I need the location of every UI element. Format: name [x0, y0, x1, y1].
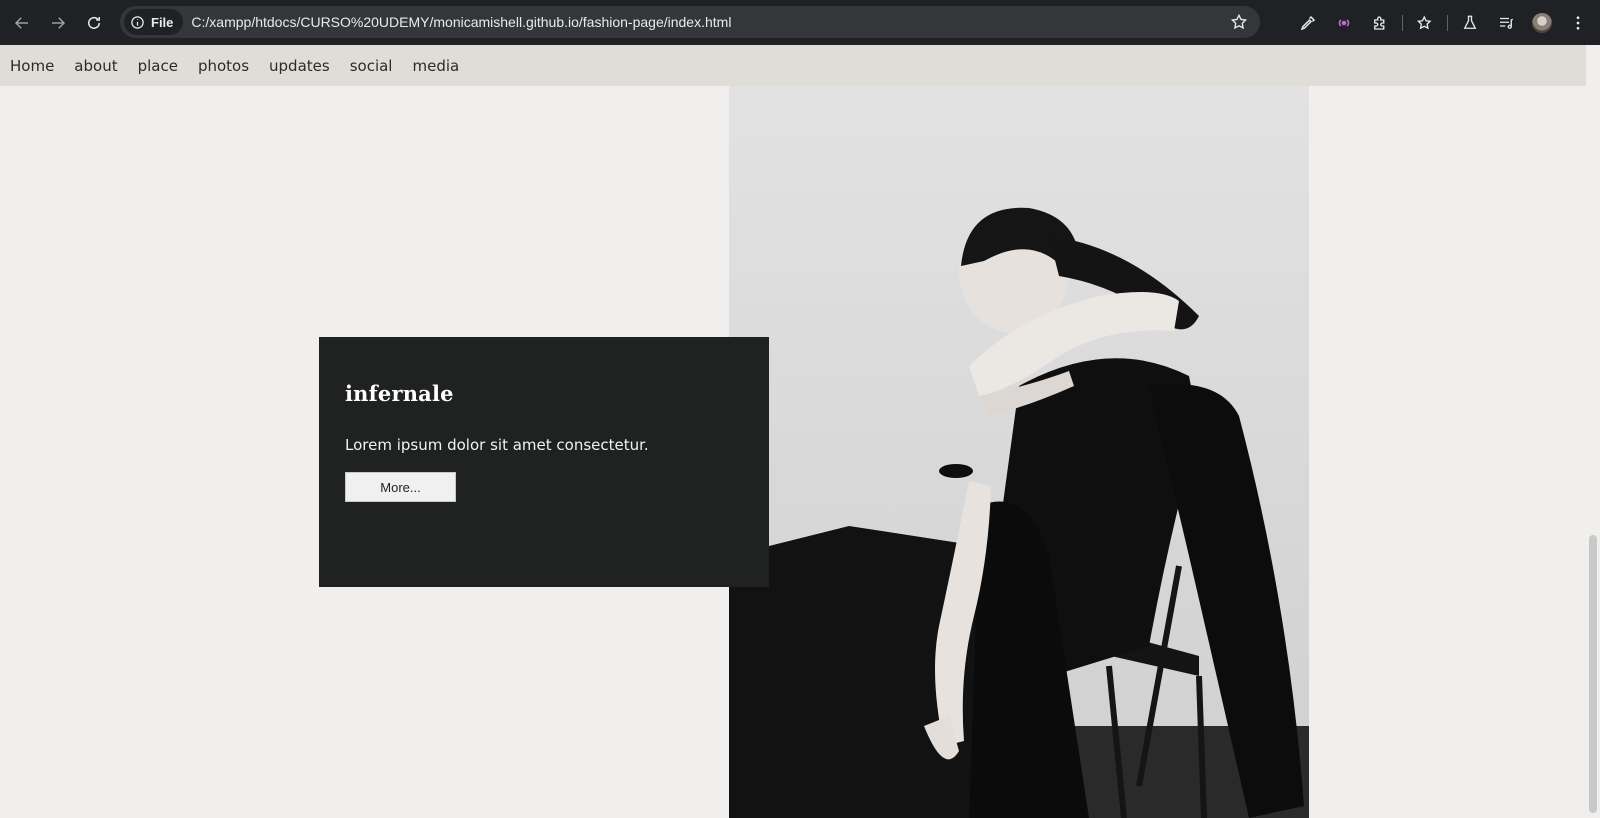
profile-button[interactable]: [1524, 5, 1560, 41]
site-info-chip[interactable]: File: [124, 9, 184, 35]
broadcast-icon: [1338, 18, 1350, 27]
extensions-button[interactable]: [1362, 5, 1398, 41]
toolbar-divider: [1402, 14, 1403, 31]
eyedropper-button[interactable]: [1290, 5, 1326, 41]
site-nav: Home about place photos updates social m…: [0, 45, 1586, 86]
more-button[interactable]: More...: [345, 472, 456, 502]
feature-card: infernale Lorem ipsum dolor sit amet con…: [319, 337, 769, 587]
fashion-photo: [729, 86, 1309, 818]
broadcast-button[interactable]: [1326, 5, 1362, 41]
nav-link-place[interactable]: place: [138, 57, 178, 75]
reload-icon: [88, 16, 100, 29]
forward-button[interactable]: [40, 5, 76, 41]
browser-toolbar: File C:/xampp/htdocs/CURSO%20UDEMY/monic…: [0, 0, 1600, 45]
nav-link-social[interactable]: social: [350, 57, 393, 75]
bookmarks-button[interactable]: [1407, 5, 1443, 41]
model-illustration: [729, 207, 1309, 818]
address-bar[interactable]: File C:/xampp/htdocs/CURSO%20UDEMY/monic…: [120, 6, 1260, 38]
menu-icon: [1576, 15, 1580, 30]
media-queue-button[interactable]: [1488, 5, 1524, 41]
labs-icon: [1463, 15, 1477, 29]
profile-avatar: [1532, 12, 1552, 33]
back-button[interactable]: [4, 5, 40, 41]
nav-link-media[interactable]: media: [412, 57, 459, 75]
extensions-icon: [1374, 15, 1385, 30]
scrollbar[interactable]: [1586, 45, 1600, 818]
nav-link-updates[interactable]: updates: [269, 57, 330, 75]
site-chip-label: File: [151, 14, 174, 30]
nav-link-home[interactable]: Home: [10, 57, 54, 75]
media-queue-icon: [1500, 17, 1514, 29]
url-text[interactable]: C:/xampp/htdocs/CURSO%20UDEMY/monicamish…: [191, 14, 731, 30]
nav-link-photos[interactable]: photos: [198, 57, 249, 75]
toolbar-actions: [1290, 0, 1600, 45]
card-title: infernale: [345, 381, 454, 406]
forward-icon: [52, 16, 66, 29]
menu-button[interactable]: [1560, 5, 1596, 41]
eyedropper-icon: [1300, 15, 1316, 30]
bookmark-star-icon[interactable]: [1230, 13, 1248, 31]
toolbar-divider: [1447, 14, 1448, 31]
labs-button[interactable]: [1452, 5, 1488, 41]
nav-link-about[interactable]: about: [74, 57, 117, 75]
back-icon: [14, 16, 28, 29]
reload-button[interactable]: [76, 5, 112, 41]
info-icon: [131, 15, 144, 29]
card-text: Lorem ipsum dolor sit amet consectetur.: [345, 436, 649, 454]
bookmarks-icon: [1416, 14, 1432, 29]
scroll-thumb[interactable]: [1589, 535, 1597, 813]
